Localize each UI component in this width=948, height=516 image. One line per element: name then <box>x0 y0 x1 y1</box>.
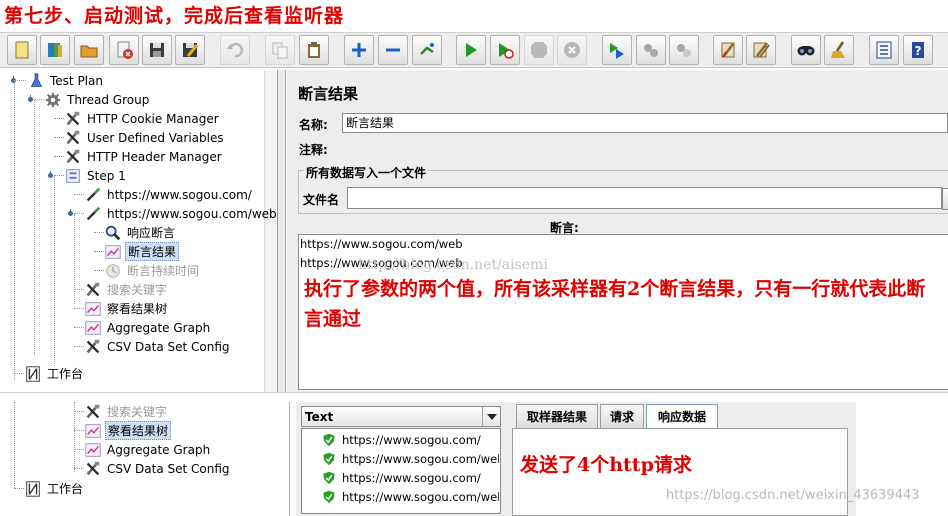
success-shield-icon <box>322 452 336 466</box>
function-helper-icon <box>874 40 894 60</box>
remote-stop-icon <box>641 40 661 60</box>
remote-start-button[interactable] <box>602 35 632 65</box>
clear-button[interactable] <box>713 35 743 65</box>
sample-result-label: https://www.sogou.com/web <box>342 490 499 504</box>
svg-text:?: ? <box>915 44 922 58</box>
search-icon <box>796 40 816 60</box>
function-helper-button[interactable] <box>869 35 899 65</box>
sample-results: https://www.sogou.com/https://www.sogou.… <box>0 0 499 514</box>
corner-watermark: https://blog.csdn.net/weixin_43639443 <box>666 488 920 503</box>
annotation-requests: 发送了4个http请求 <box>520 454 692 476</box>
sample-result-item[interactable]: https://www.sogou.com/ <box>322 469 481 487</box>
help-button[interactable]: ? <box>903 35 933 65</box>
sample-result-label: https://www.sogou.com/ <box>342 433 481 447</box>
search-button[interactable] <box>791 35 821 65</box>
success-shield-icon <box>322 433 336 447</box>
reset-search-icon <box>829 40 849 60</box>
clear-icon <box>718 40 738 60</box>
sample-result-item[interactable]: https://www.sogou.com/web <box>322 488 499 506</box>
help-icon: ? <box>908 40 928 60</box>
remote-start-icon <box>607 40 627 60</box>
stop-icon <box>529 40 549 60</box>
shutdown-icon <box>562 40 582 60</box>
tab-response-data[interactable]: 响应数据 <box>646 404 718 428</box>
sample-result-label: https://www.sogou.com/web <box>342 452 499 466</box>
tab-sampler-result[interactable]: 取样器结果 <box>516 404 598 428</box>
reset-search-button[interactable] <box>824 35 854 65</box>
success-shield-icon <box>322 490 336 504</box>
sample-result-item[interactable]: https://www.sogou.com/web <box>322 450 499 468</box>
shutdown-button <box>557 35 587 65</box>
tab-request[interactable]: 请求 <box>600 404 644 428</box>
browse-button[interactable] <box>942 188 948 210</box>
sample-result-label: https://www.sogou.com/ <box>342 471 481 485</box>
remote-stop-button[interactable] <box>636 35 666 65</box>
remote-shutdown-icon <box>674 40 694 60</box>
clear-all-icon <box>751 40 771 60</box>
remote-shutdown-button[interactable] <box>669 35 699 65</box>
stop-button <box>524 35 554 65</box>
clear-all-button[interactable] <box>746 35 776 65</box>
sample-result-item[interactable]: https://www.sogou.com/ <box>322 431 481 449</box>
success-shield-icon <box>322 471 336 485</box>
result-tabs: 取样器结果 请求 响应数据 <box>516 404 848 428</box>
